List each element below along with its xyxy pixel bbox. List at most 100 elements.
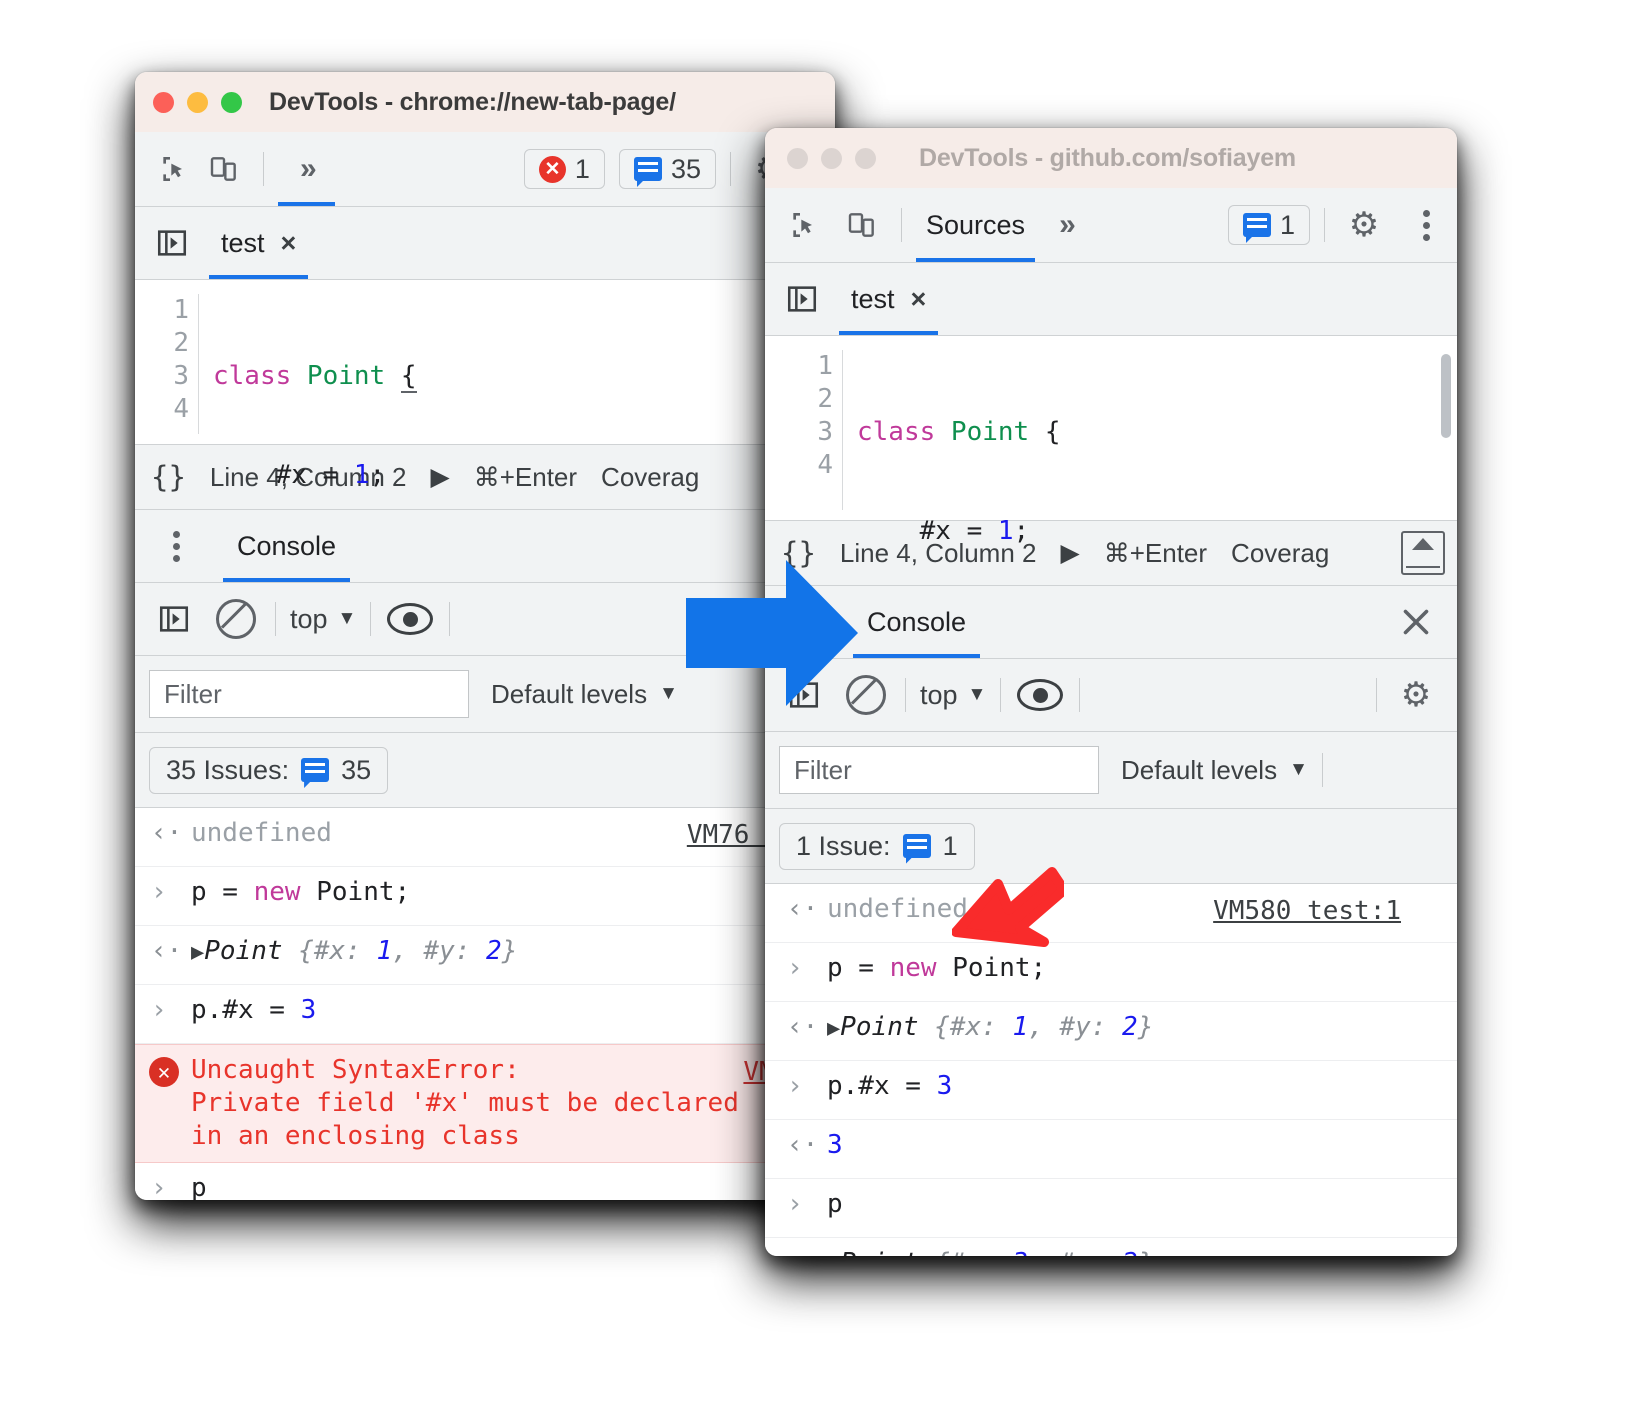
device-toolbar-icon[interactable] (199, 144, 249, 194)
device-toolbar-icon[interactable] (837, 200, 887, 250)
issue-count-pill[interactable]: 1 (1227, 205, 1310, 245)
chevron-down-icon: ▼ (1289, 759, 1308, 780)
more-options-icon[interactable] (1401, 200, 1451, 250)
line-number: 4 (817, 450, 833, 480)
log-row-input: › p (135, 1163, 835, 1200)
gear-icon[interactable]: ⚙ (1391, 670, 1441, 720)
right-console-log[interactable]: ‹· undefined VM580 test:1 › p = new Poin… (765, 884, 1457, 1256)
right-title-bar[interactable]: DevTools - github.com/sofiayem (765, 128, 1457, 188)
coverage-label[interactable]: Coverag (601, 462, 699, 493)
left-issues-row: 35 Issues: 35 (135, 733, 835, 808)
gear-icon[interactable]: ⚙ (1339, 200, 1389, 250)
log-levels-selector[interactable]: Default levels ▼ (491, 679, 678, 710)
tab-sources[interactable]: Sources (916, 188, 1036, 262)
close-icon[interactable]: × (911, 284, 927, 315)
source-link[interactable]: VM580 test:1 (1213, 896, 1401, 926)
run-snippet-icon[interactable]: ▶ (430, 462, 449, 492)
line-number: 2 (817, 384, 833, 414)
error-icon: ✕ (538, 155, 566, 183)
file-tab-test[interactable]: test × (839, 263, 939, 335)
code-line: class Point { (213, 361, 417, 393)
log-levels-selector[interactable]: Default levels ▼ (1121, 755, 1308, 786)
execution-context-selector[interactable]: top ▼ (920, 680, 986, 711)
log-levels-label: Default levels (491, 678, 648, 709)
console-divider-2 (370, 602, 372, 636)
chevron-right-double-icon[interactable]: » (1047, 208, 1084, 242)
log-object[interactable]: ▶Point {#x: 1, #y: 2} (191, 935, 835, 969)
coverage-label[interactable]: Coverag (1231, 538, 1329, 569)
clear-console-icon[interactable] (211, 594, 261, 644)
line-number: 1 (817, 351, 833, 381)
minimize-button[interactable] (187, 91, 208, 113)
left-code-editor[interactable]: 1 2 3 4 class Point { #x = 1; #y = 2; } (135, 280, 835, 690)
log-row-input: › p.#x = 3 (765, 1061, 1457, 1120)
log-levels-label: Default levels (1121, 754, 1278, 785)
issue-count: 35 (670, 153, 701, 184)
log-text: p.#x = 3 (191, 995, 317, 1025)
code-content[interactable]: class Point { #x = 1; #y = 2; } (199, 294, 417, 690)
console-divider-4 (1376, 678, 1377, 712)
line-number: 3 (817, 417, 833, 447)
run-snippet-icon[interactable]: ▶ (1060, 538, 1079, 568)
inspect-element-icon[interactable] (779, 200, 829, 250)
console-divider-3 (1079, 678, 1081, 712)
close-button[interactable] (153, 91, 174, 113)
log-object[interactable]: ▶Point {#x: 3, #y: 2} (827, 1247, 1457, 1256)
log-row-input: › p = new Point; (765, 943, 1457, 1002)
tab-console[interactable]: Console (223, 510, 351, 582)
inspect-element-icon[interactable] (149, 144, 199, 194)
right-code-editor[interactable]: 1 2 3 4 class Point { #x = 1; #y = 2; } (765, 336, 1457, 744)
error-count-pill[interactable]: ✕ 1 (523, 149, 605, 189)
show-navigator-icon[interactable] (147, 218, 197, 268)
output-marker-icon: ‹· (151, 936, 183, 966)
issues-icon (902, 834, 931, 858)
file-tab-test[interactable]: test × (209, 207, 309, 279)
run-shortcut-label: ⌘+Enter (1103, 537, 1208, 568)
execution-context-selector[interactable]: top ▼ (290, 604, 356, 635)
log-row-object: ‹· ▶Point {#x: 3, #y: 2} (765, 1238, 1457, 1256)
log-text: p (827, 1189, 843, 1219)
console-divider-2 (1000, 678, 1002, 712)
right-filter-row: Filter Default levels ▼ (765, 732, 1457, 809)
log-row-output: ‹· undefined VM76 test:1 (135, 808, 835, 867)
filter-input[interactable]: Filter (149, 670, 469, 718)
log-row-object: ‹· ▶Point {#x: 1, #y: 2} (765, 1002, 1457, 1061)
live-expression-icon[interactable] (1015, 670, 1065, 720)
log-text: p (191, 1173, 207, 1200)
editor-scrollbar[interactable] (1441, 354, 1451, 438)
more-panels-button[interactable]: » (278, 132, 335, 206)
show-navigator-icon[interactable] (777, 274, 827, 324)
close-button[interactable] (787, 147, 808, 169)
issue-count-pill[interactable]: 35 (618, 149, 716, 189)
toolbar-divider-2 (730, 152, 731, 186)
pretty-print-icon[interactable]: {} (151, 460, 186, 494)
close-drawer-icon[interactable] (1391, 597, 1441, 647)
code-content[interactable]: class Point { #x = 1; #y = 2; } (843, 350, 1061, 744)
more-options-icon[interactable] (151, 521, 201, 571)
maximize-button[interactable] (221, 91, 242, 113)
console-sidebar-icon[interactable] (149, 594, 199, 644)
maximize-button[interactable] (855, 147, 876, 169)
issues-button[interactable]: 1 Issue: 1 (779, 822, 975, 870)
issues-label: 1 Issue: (796, 830, 891, 861)
left-title-bar[interactable]: DevTools - chrome://new-tab-page/ (135, 72, 835, 132)
output-marker-icon: ‹· (787, 1247, 827, 1256)
issues-button[interactable]: 35 Issues: 35 (149, 746, 389, 794)
live-expression-icon[interactable] (385, 594, 435, 644)
issues-label: 35 Issues: (166, 754, 290, 785)
filter-input[interactable]: Filter (779, 746, 1099, 794)
error-icon: ✕ (149, 1057, 179, 1087)
close-icon[interactable]: × (281, 228, 297, 259)
input-marker-icon: › (787, 953, 803, 983)
show-drawer-icon[interactable] (1401, 531, 1445, 575)
issue-count: 1 (1279, 209, 1295, 240)
minimize-button[interactable] (821, 147, 842, 169)
file-tab-label: test (851, 283, 895, 314)
left-console-log[interactable]: ‹· undefined VM76 test:1 › p = new Point… (135, 808, 835, 1200)
log-object[interactable]: ▶Point {#x: 1, #y: 2} (827, 1011, 1457, 1045)
panel-tab-label: Sources (926, 209, 1026, 240)
tab-console[interactable]: Console (853, 586, 981, 658)
screenshot-stage: DevTools - chrome://new-tab-page/ » ✕ 1 … (0, 0, 1648, 1408)
chevron-right-double-icon: » (300, 152, 317, 185)
run-shortcut-label: ⌘+Enter (473, 461, 578, 492)
